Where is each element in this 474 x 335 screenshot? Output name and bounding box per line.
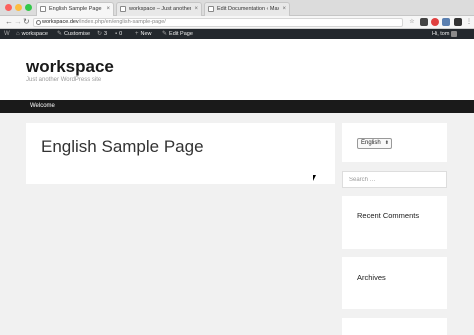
user-account-menu[interactable]: Hi, tom [432, 29, 458, 39]
updates-icon: ↻ [97, 31, 103, 37]
maximize-window-button[interactable] [25, 4, 32, 11]
search-widget [342, 171, 447, 188]
tab-title: English Sample Page – worksp [49, 6, 103, 12]
chevron-updown-icon: ⬍ [384, 140, 389, 146]
site-title[interactable]: workspace [26, 57, 114, 77]
wordpress-logo-icon[interactable]: W [4, 29, 10, 39]
avatar [451, 31, 458, 37]
language-widget: English ⬍ [342, 123, 447, 162]
tab-title: workspace – Just another Wo [129, 6, 191, 12]
reload-icon[interactable]: ↻ [23, 17, 30, 27]
recent-comments-title: Recent Comments [357, 211, 420, 220]
main-navigation: Welcome [0, 100, 474, 113]
page-title: English Sample Page [41, 137, 204, 156]
close-icon[interactable]: × [194, 3, 198, 15]
page-icon [40, 6, 46, 12]
comment-icon: ▪ [115, 31, 118, 37]
url-path: /index.php/en/english-sample-page/ [78, 19, 166, 25]
forward-arrow-icon[interactable]: → [14, 17, 22, 27]
search-input[interactable] [343, 172, 446, 187]
sidebar-widget [342, 318, 447, 335]
updates-count: 3 [104, 31, 108, 37]
site-description: Just another WordPress site [26, 77, 102, 83]
wp-admin-bar: W ⌂ workspace ✎ Customise ↻ 3 ▪ 0 + New ✎ Edit… [0, 29, 474, 39]
new-label: New [140, 31, 152, 37]
brush-icon: ✎ [57, 31, 63, 37]
menu-icon[interactable]: ⋮ [465, 18, 473, 26]
wordpress-logo-glyph: W [4, 31, 10, 37]
browser-tab-1[interactable]: English Sample Page – worksp × [36, 2, 114, 16]
minimize-window-button[interactable] [15, 4, 22, 11]
browser-tab-strip: English Sample Page – worksp × workspace… [0, 0, 474, 16]
address-bar[interactable]: workspace.dev/index.php/en/english-sampl… [33, 18, 403, 27]
page-icon [208, 6, 214, 12]
close-window-button[interactable] [5, 4, 12, 11]
extension-icon[interactable] [420, 18, 428, 26]
site-name-label: workspace [21, 31, 48, 37]
browser-toolbar: ← → ↻ workspace.dev/index.php/en/english… [0, 16, 474, 29]
edit-page-label: Edit Page [169, 31, 193, 37]
updates-link[interactable]: ↻ 3 [97, 29, 107, 39]
comments-count: 0 [119, 31, 123, 37]
mouse-cursor-icon [313, 175, 316, 181]
info-icon[interactable] [36, 20, 41, 25]
home-icon: ⌂ [16, 31, 20, 37]
pencil-icon: ✎ [162, 31, 168, 37]
content-area: English Sample Page [26, 123, 335, 184]
extension-icon[interactable] [431, 18, 439, 26]
customise-link[interactable]: ✎ Customise [57, 29, 90, 39]
back-arrow-icon[interactable]: ← [5, 17, 13, 27]
comments-link[interactable]: ▪ 0 [115, 29, 122, 39]
url-host: workspace.dev [42, 19, 79, 25]
site-name-menu[interactable]: ⌂ workspace [16, 29, 48, 39]
extension-icon[interactable] [442, 18, 450, 26]
browser-tab-3[interactable]: Edit Documentation ‹ Max Mo × [204, 2, 290, 16]
recent-comments-widget: Recent Comments [342, 196, 447, 249]
edit-page-link[interactable]: ✎ Edit Page [162, 29, 193, 39]
archives-title: Archives [357, 273, 386, 282]
greeting-label: Hi, tom [432, 31, 450, 37]
archives-widget: Archives [342, 257, 447, 309]
nav-item-welcome[interactable]: Welcome [30, 100, 55, 113]
browser-tab-2[interactable]: workspace – Just another Wo × [116, 2, 202, 16]
customise-label: Customise [64, 31, 91, 37]
extension-icon[interactable] [454, 18, 462, 26]
language-select[interactable]: English ⬍ [357, 138, 392, 149]
plus-icon: + [135, 31, 139, 37]
page-icon [120, 6, 126, 12]
site-header: workspace Just another WordPress site [0, 39, 474, 100]
star-icon[interactable]: ☆ [408, 18, 416, 26]
language-selected-value: English [361, 140, 381, 146]
new-content-menu[interactable]: + New [135, 29, 152, 39]
close-icon[interactable]: × [282, 3, 286, 15]
close-icon[interactable]: × [106, 3, 110, 15]
tab-title: Edit Documentation ‹ Max Mo [217, 6, 279, 12]
